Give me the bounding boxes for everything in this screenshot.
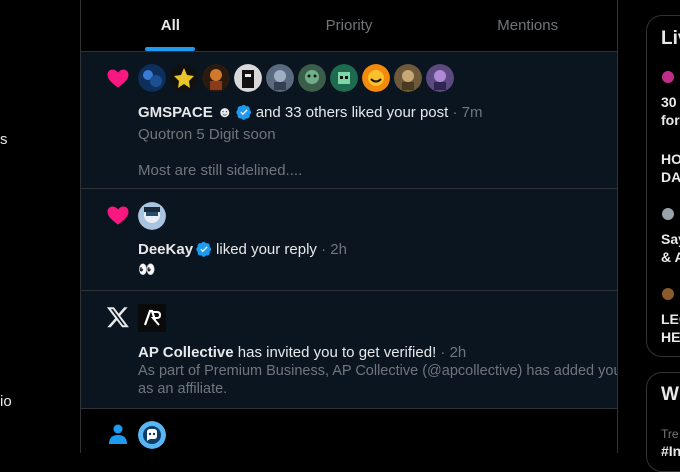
trend-text[interactable]: for <box>661 111 680 129</box>
notifications-column: All Priority Mentions GMSPACE ☻ and 33 o… <box>80 0 618 453</box>
verified-badge-icon <box>236 104 251 120</box>
trend-text[interactable]: HE <box>661 328 680 346</box>
x-logo-icon <box>105 304 131 330</box>
liker-avatars <box>138 202 166 230</box>
space-host-icon <box>662 71 674 83</box>
trend-text[interactable]: & A <box>661 248 680 266</box>
timestamp[interactable]: · 2h <box>321 241 347 258</box>
tab-label: All <box>160 17 180 34</box>
notification-action: and 33 others liked your post <box>255 104 449 121</box>
notification-text: AP Collective has invited you to get ver… <box>138 344 466 361</box>
actor-name[interactable]: DeeKay <box>138 241 193 258</box>
timestamp[interactable]: · 7m <box>452 104 482 121</box>
active-tab-indicator <box>145 47 196 51</box>
ap-collective-logo[interactable] <box>138 304 166 332</box>
notification-action: has invited you to get verified! <box>237 344 437 361</box>
tab-label: Mentions <box>497 17 559 34</box>
avatar[interactable] <box>138 202 166 230</box>
actor-name[interactable]: GMSPACE ☻ <box>138 104 233 121</box>
notification-body: As part of Premium Business, AP Collecti… <box>138 363 618 379</box>
avatar[interactable] <box>138 64 166 92</box>
trend-hashtag[interactable]: #In <box>661 442 680 460</box>
live-card <box>646 15 680 357</box>
liker-avatars <box>138 64 454 92</box>
avatar[interactable] <box>266 64 294 92</box>
notification-item[interactable] <box>81 409 617 453</box>
notification-text: GMSPACE ☻ and 33 others liked your post ·… <box>138 104 482 121</box>
avatar[interactable] <box>330 64 358 92</box>
avatar[interactable] <box>170 64 198 92</box>
avatar[interactable] <box>234 64 262 92</box>
verified-badge-icon <box>196 241 212 257</box>
notification-action: liked your reply <box>216 241 317 258</box>
trend-text[interactable]: 30 <box>661 93 677 111</box>
trend-text[interactable]: DA <box>661 168 680 186</box>
actor-name[interactable]: AP Collective <box>138 344 234 361</box>
heart-icon <box>105 65 131 91</box>
post-preview: Quotron 5 Digit soon <box>138 126 276 143</box>
notification-text: DeeKay liked your reply · 2h <box>138 241 347 258</box>
avatar[interactable] <box>426 64 454 92</box>
section-title: Wh <box>661 384 680 405</box>
trend-text[interactable]: LEG <box>661 310 680 328</box>
heart-icon <box>105 202 131 228</box>
notification-body: as an affiliate. <box>138 381 228 397</box>
timestamp[interactable]: · 2h <box>440 344 466 361</box>
nav-item-fragment[interactable]: io <box>0 393 12 410</box>
space-host-icon <box>662 208 674 220</box>
follower-avatars <box>138 421 166 449</box>
notification-item[interactable]: AP Collective has invited you to get ver… <box>81 291 617 409</box>
section-title: Liv <box>661 28 680 49</box>
avatar[interactable] <box>298 64 326 92</box>
space-host-icon <box>662 288 674 300</box>
nav-item-fragment[interactable]: s <box>0 131 8 148</box>
trend-text[interactable]: HO <box>661 150 680 168</box>
avatar[interactable] <box>394 64 422 92</box>
notification-item[interactable]: DeeKay liked your reply · 2h 👀 <box>81 189 617 291</box>
person-icon <box>105 421 131 447</box>
avatar[interactable] <box>138 421 166 449</box>
avatar[interactable] <box>362 64 390 92</box>
notifications-tabs: All Priority Mentions <box>81 0 617 52</box>
trend-text[interactable]: Say <box>661 230 680 248</box>
avatar[interactable] <box>202 64 230 92</box>
post-preview: Most are still sidelined.... <box>138 162 303 179</box>
notification-item[interactable]: GMSPACE ☻ and 33 others liked your post ·… <box>81 52 617 189</box>
tab-all[interactable]: All <box>81 0 260 51</box>
reply-preview: 👀 <box>138 261 156 277</box>
tab-mentions[interactable]: Mentions <box>438 0 617 51</box>
sender-avatars <box>138 304 166 332</box>
tab-priority[interactable]: Priority <box>260 0 439 51</box>
trend-category: Tre <box>661 427 679 441</box>
tab-label: Priority <box>325 17 373 34</box>
